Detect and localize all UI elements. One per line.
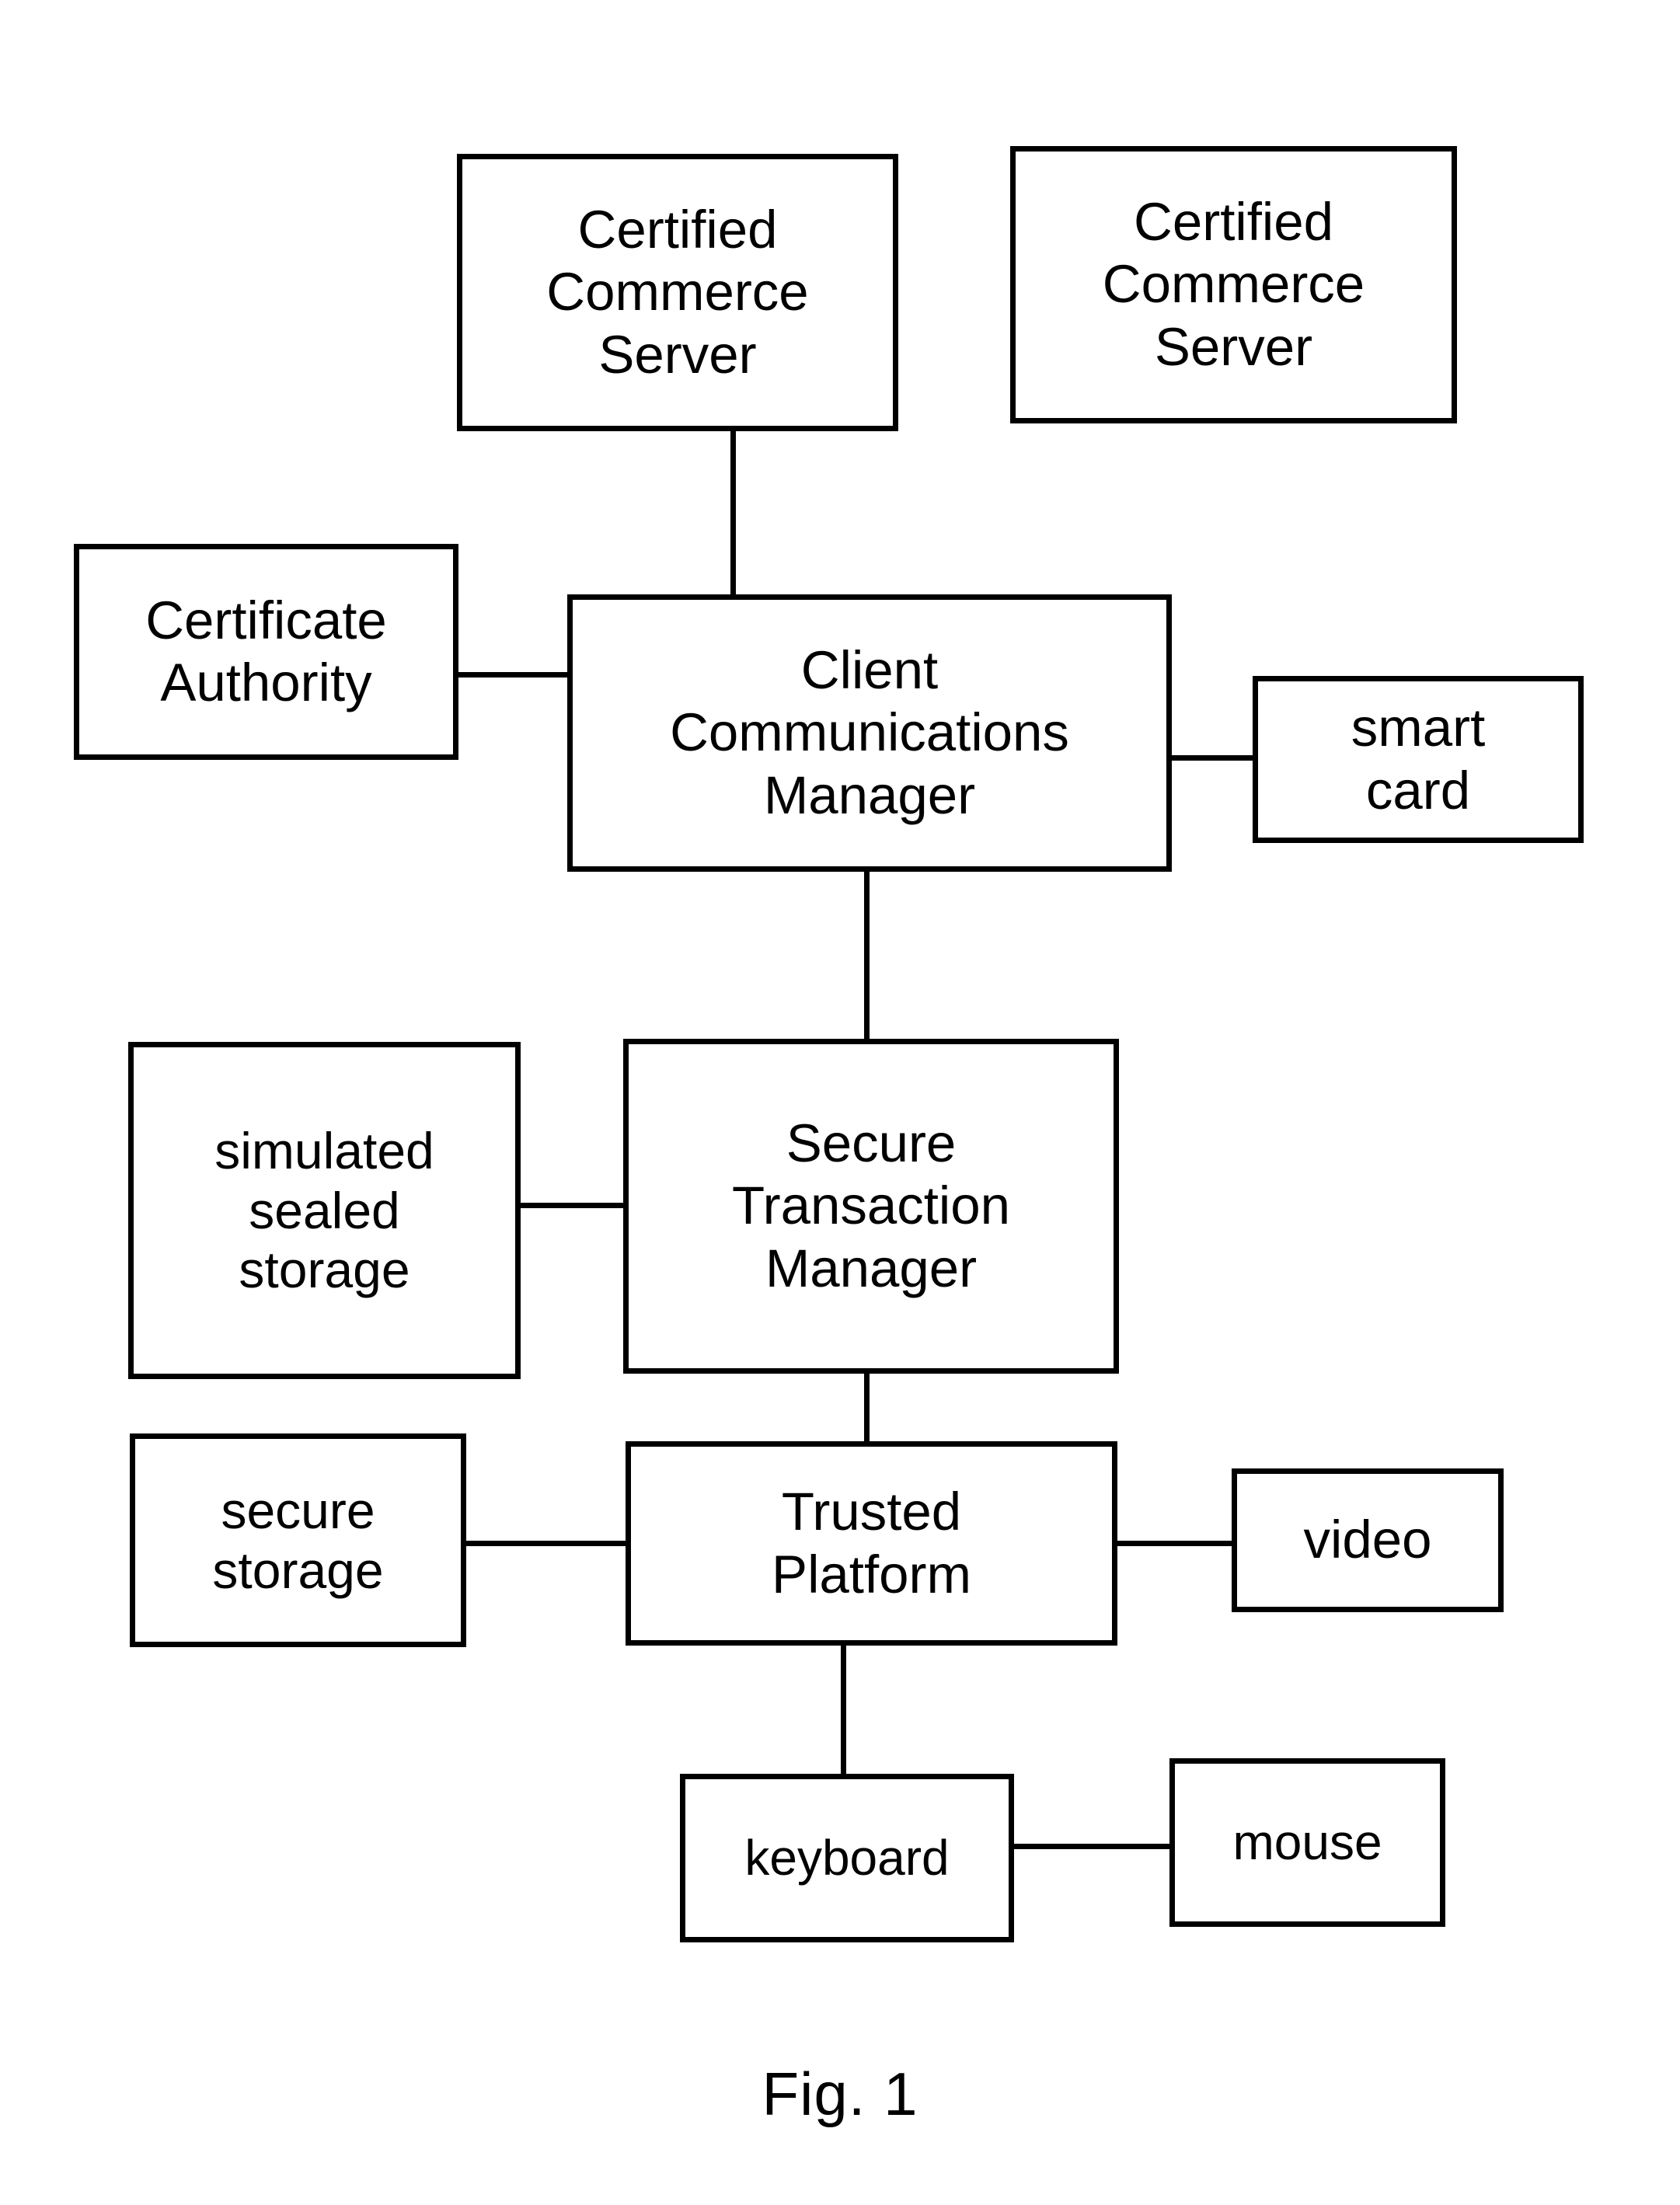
node-label-secure-transaction-manager: Secure Transaction Manager [732, 1113, 1010, 1298]
link-ss-to-tp [462, 1541, 629, 1546]
node-video: video [1232, 1468, 1504, 1612]
link-sss-to-stm [517, 1203, 627, 1208]
node-smart-card: smart card [1253, 676, 1584, 843]
node-label-video: video [1303, 1510, 1432, 1570]
node-label-trusted-platform: Trusted Platform [772, 1482, 971, 1604]
figure-caption: Fig. 1 [762, 2060, 918, 2128]
link-ca-to-ccm [455, 672, 571, 678]
node-certificate-authority: Certificate Authority [74, 544, 458, 760]
node-label-certified-commerce-server-1: Certified Commerce Server [546, 200, 809, 385]
node-certified-commerce-server-2: Certified Commerce Server [1010, 146, 1457, 423]
node-label-mouse: mouse [1232, 1814, 1382, 1871]
link-ccm-to-smartcard [1168, 755, 1257, 761]
node-keyboard: keyboard [680, 1774, 1014, 1942]
node-secure-transaction-manager: Secure Transaction Manager [623, 1039, 1119, 1374]
node-label-certified-commerce-server-2: Certified Commerce Server [1102, 192, 1365, 377]
node-label-client-communications-manager: Client Communications Manager [670, 640, 1069, 825]
node-label-simulated-sealed-storage: simulated sealed storage [214, 1122, 434, 1299]
node-label-secure-storage: secure storage [212, 1481, 384, 1599]
figure-diagram: Certified Commerce Server Certified Comme… [0, 0, 1680, 2205]
node-label-smart-card: smart card [1351, 698, 1486, 820]
link-ccm-to-stm [864, 867, 870, 1043]
link-stm-to-tp [864, 1369, 870, 1445]
link-ccs1-to-ccm [730, 426, 736, 598]
node-label-keyboard: keyboard [744, 1830, 950, 1886]
node-simulated-sealed-storage: simulated sealed storage [128, 1042, 521, 1379]
node-label-certificate-authority: Certificate Authority [145, 590, 387, 712]
node-mouse: mouse [1169, 1758, 1445, 1927]
node-trusted-platform: Trusted Platform [626, 1441, 1117, 1646]
link-keyboard-to-mouse [1010, 1844, 1173, 1849]
node-client-communications-manager: Client Communications Manager [567, 594, 1172, 872]
link-tp-to-keyboard [841, 1641, 846, 1778]
link-tp-to-video [1114, 1541, 1236, 1546]
node-secure-storage: secure storage [130, 1433, 466, 1647]
node-certified-commerce-server-1: Certified Commerce Server [457, 154, 898, 431]
